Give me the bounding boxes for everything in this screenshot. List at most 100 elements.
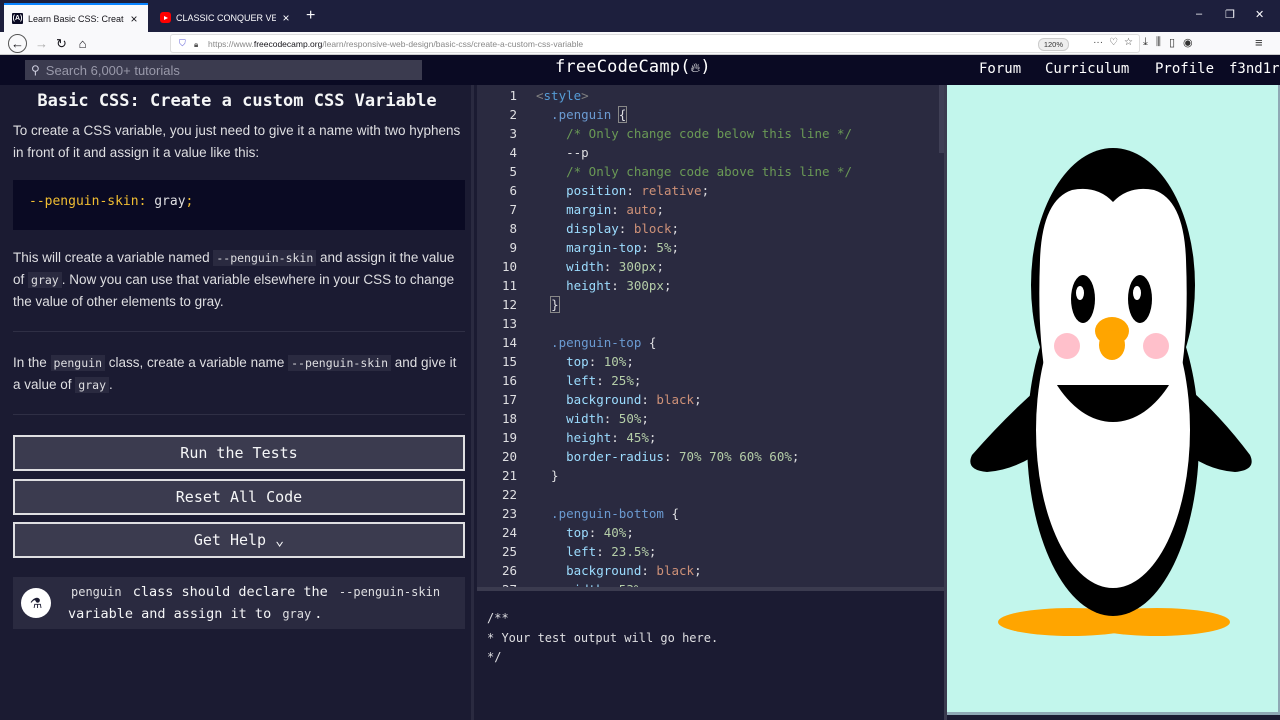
library-icon[interactable]: ⫼	[1156, 36, 1161, 49]
code-token: 5%	[656, 240, 672, 255]
code-line[interactable]: 19 height: 45%;	[477, 428, 939, 447]
code-line[interactable]: 10 width: 300px;	[477, 257, 939, 276]
code-token: ;	[671, 221, 680, 236]
get-help-button[interactable]: Get Help ⌄	[13, 522, 465, 558]
code-token: ;	[648, 544, 657, 559]
text: This will create a variable named	[13, 250, 214, 265]
preview-pane	[947, 85, 1280, 715]
code-line[interactable]: 24 top: 40%;	[477, 523, 939, 542]
home-button[interactable]: ⌂	[73, 34, 92, 53]
search-input[interactable]: ⚲ Search 6,000+ tutorials	[25, 60, 422, 80]
code-token: :	[641, 240, 657, 255]
nav-curriculum[interactable]: Curriculum	[1045, 61, 1129, 77]
code-line[interactable]: 21 }	[477, 466, 939, 485]
line-number: 15	[501, 354, 517, 369]
code-line[interactable]: 9 margin-top: 5%;	[477, 238, 939, 257]
line-code: left: 23.5%;	[536, 542, 656, 561]
back-button[interactable]: ←	[8, 34, 27, 53]
reload-button[interactable]: ↻	[52, 34, 71, 53]
code-token: /* Only change code above this line */	[536, 164, 853, 179]
code-line[interactable]: 8 display: block;	[477, 219, 939, 238]
close-icon[interactable]: ×	[280, 11, 292, 25]
code-line[interactable]: 7 margin: auto;	[477, 200, 939, 219]
line-number: 21	[501, 468, 517, 483]
browser-tab-fcc[interactable]: (A) Learn Basic CSS: Create a custom CSS…	[4, 3, 148, 32]
code-line[interactable]: 16 left: 25%;	[477, 371, 939, 390]
code-line[interactable]: 5 /* Only change code above this line */	[477, 162, 939, 181]
code-line[interactable]: 15 top: 10%;	[477, 352, 939, 371]
account-icon[interactable]: ◉	[1183, 36, 1193, 49]
code-token: ;	[663, 278, 672, 293]
site-header: ⚲ Search 6,000+ tutorials freeCodeCamp(🔥…	[0, 55, 1280, 85]
code-property: --penguin-skin:	[29, 194, 147, 209]
code-line[interactable]: 27 width: 53%;	[477, 580, 939, 587]
code-line[interactable]: 26 background: black;	[477, 561, 939, 580]
code-line[interactable]: 14 .penguin-top {	[477, 333, 939, 352]
inline-code: penguin	[68, 584, 125, 600]
code-line[interactable]: 6 position: relative;	[477, 181, 939, 200]
code-token: :	[626, 183, 642, 198]
code-editor[interactable]: 1 <style> 2 .penguin {3 /* Only change cod…	[477, 85, 944, 587]
text: .	[109, 377, 113, 392]
shield-icon: ⛉	[179, 38, 186, 48]
code-token: }	[550, 296, 560, 313]
close-icon[interactable]: ×	[128, 12, 140, 26]
code-line[interactable]: 17 background: black;	[477, 390, 939, 409]
nav-profile[interactable]: Profile	[1155, 61, 1214, 77]
pocket-icon[interactable]: ♡	[1109, 37, 1118, 48]
nav-forum[interactable]: Forum	[979, 61, 1021, 77]
window-close-button[interactable]: ✕	[1255, 8, 1264, 21]
reset-code-button[interactable]: Reset All Code	[13, 479, 465, 515]
code-token: <	[536, 88, 544, 103]
url-bar[interactable]: ⛉ 🔒︎ https://www. freecodecamp.org/learn/…	[170, 34, 1140, 53]
code-line[interactable]: 3 /* Only change code below this line */	[477, 124, 939, 143]
code-token: ;	[641, 411, 649, 426]
code-line[interactable]: 18 width: 50%;	[477, 409, 939, 428]
code-token: margin	[536, 202, 612, 217]
code-line[interactable]: 20 border-radius: 70% 70% 60% 60%;	[477, 447, 939, 466]
browser-tab-youtube[interactable]: CLASSIC CONQUER VETERANS ×	[152, 3, 300, 32]
bookmark-star-icon[interactable]: ☆	[1124, 37, 1133, 48]
text: . Now you can use that variable elsewher…	[13, 272, 455, 309]
more-icon[interactable]: ···	[1093, 37, 1103, 48]
code-token: ;	[626, 525, 634, 540]
code-token: 25%	[611, 373, 634, 388]
line-number: 25	[501, 544, 517, 559]
code-line[interactable]: 1 <style>	[477, 86, 939, 105]
flask-icon: ⚗	[21, 588, 51, 618]
lock-icon: 🔒︎	[194, 39, 199, 49]
code-line[interactable]: 22	[477, 485, 939, 504]
new-tab-button[interactable]: +	[306, 7, 315, 25]
minimize-button[interactable]: –	[1196, 8, 1202, 20]
run-tests-button[interactable]: Run the Tests	[13, 435, 465, 471]
code-line[interactable]: 4 --p	[477, 143, 939, 162]
menu-icon[interactable]: ≡	[1255, 35, 1263, 50]
code-token: :	[588, 354, 604, 369]
forward-button[interactable]: →	[32, 34, 51, 53]
inline-code: gray	[279, 606, 315, 622]
code-token: style	[543, 88, 582, 103]
code-line[interactable]: 2 .penguin {	[477, 105, 939, 124]
code-line[interactable]: 23 .penguin-bottom {	[477, 504, 939, 523]
code-line[interactable]: 12 }	[477, 295, 939, 314]
sidebar-icon[interactable]: ▯	[1169, 36, 1175, 49]
site-logo[interactable]: freeCodeCamp(🔥︎)	[555, 57, 711, 77]
url-prefix: https://www.	[208, 38, 254, 49]
nav-username[interactable]: f3nd1r	[1229, 61, 1280, 77]
line-code: .penguin {	[536, 105, 628, 124]
test-output-console: /** * Your test output will go here. */	[477, 591, 944, 720]
restore-button[interactable]: ❐	[1225, 8, 1235, 21]
code-token: ;	[648, 430, 657, 445]
code-token: left	[536, 373, 597, 388]
download-icon[interactable]: ⤓	[1143, 36, 1148, 49]
forward-icon: →	[35, 36, 48, 51]
penguin-beak-bottom	[1099, 330, 1125, 360]
zoom-level-badge[interactable]: 120%	[1037, 38, 1069, 51]
code-line[interactable]: 13	[477, 314, 939, 333]
youtube-icon	[160, 12, 171, 23]
line-code: top: 40%;	[536, 523, 634, 542]
code-line[interactable]: 25 left: 23.5%;	[477, 542, 939, 561]
line-code: background: black;	[536, 390, 702, 409]
code-line[interactable]: 11 height: 300px;	[477, 276, 939, 295]
